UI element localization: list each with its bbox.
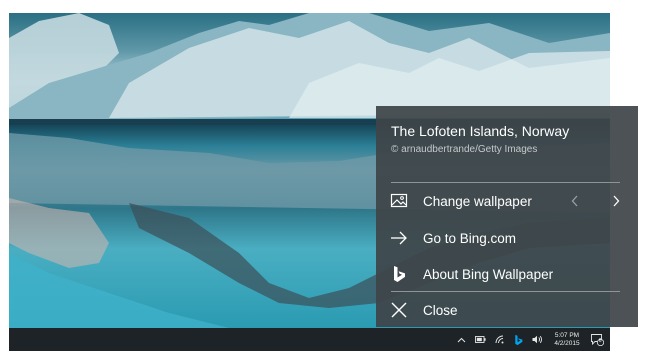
panel-divider-top xyxy=(391,182,620,183)
about-bing-wallpaper-item[interactable]: About Bing Wallpaper xyxy=(376,259,638,289)
arrow-right-icon xyxy=(390,229,408,247)
change-wallpaper-item[interactable]: Change wallpaper xyxy=(376,186,638,216)
chevron-right-icon[interactable] xyxy=(609,194,623,208)
chevron-left-icon[interactable] xyxy=(568,194,582,208)
clock[interactable]: 5:07 PM 4/2/2015 xyxy=(552,332,582,348)
bing-icon[interactable] xyxy=(514,334,523,346)
wifi-icon[interactable] xyxy=(495,335,505,344)
clock-time: 5:07 PM xyxy=(554,331,580,339)
system-tray: 5:07 PM 4/2/2015 6 xyxy=(457,328,604,351)
wallpaper-credit: © arnaudbertrande/Getty Images xyxy=(391,144,538,155)
bing-logo-icon xyxy=(390,265,408,283)
battery-icon[interactable] xyxy=(475,336,486,343)
wallpaper-title: The Lofoten Islands, Norway xyxy=(391,123,570,139)
wallpaper-icon xyxy=(390,192,408,210)
about-bing-wallpaper-label: About Bing Wallpaper xyxy=(423,266,554,282)
close-item[interactable]: Close xyxy=(376,295,638,325)
clock-date: 4/2/2015 xyxy=(554,339,580,347)
panel-divider-bottom xyxy=(391,291,620,292)
chevron-up-icon[interactable] xyxy=(457,337,466,343)
close-icon xyxy=(390,301,408,319)
action-center-icon[interactable]: 6 xyxy=(591,333,604,346)
go-to-bing-item[interactable]: Go to Bing.com xyxy=(376,223,638,253)
taskbar: 5:07 PM 4/2/2015 6 xyxy=(9,328,610,351)
volume-icon[interactable] xyxy=(532,335,543,344)
notification-count: 6 xyxy=(598,338,602,345)
change-wallpaper-label: Change wallpaper xyxy=(423,193,532,209)
go-to-bing-label: Go to Bing.com xyxy=(423,230,517,246)
close-label: Close xyxy=(423,302,458,318)
bing-wallpaper-panel: The Lofoten Islands, Norway © arnaudbert… xyxy=(376,106,638,327)
